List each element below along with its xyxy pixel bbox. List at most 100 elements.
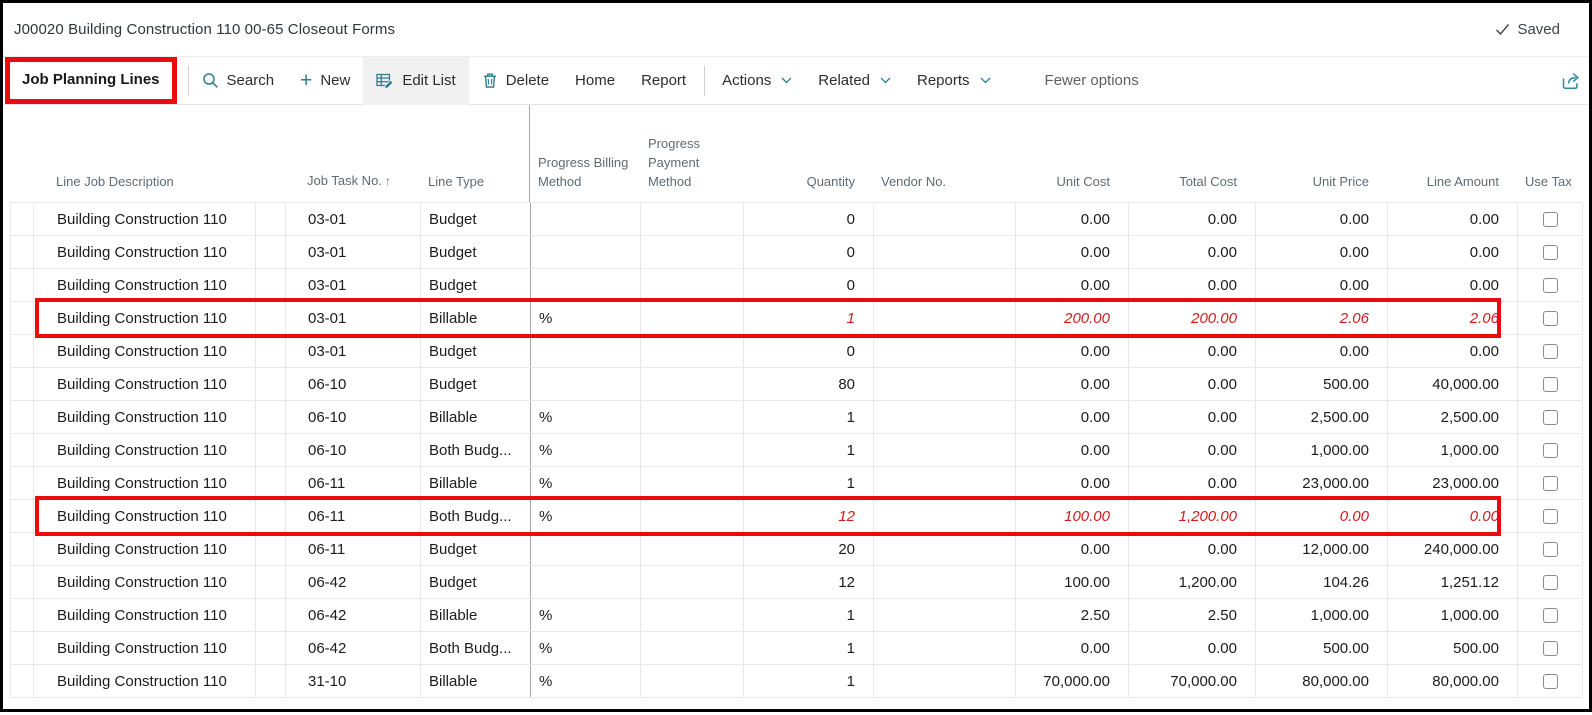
cell-line-amount[interactable]: 0.00 [1388, 335, 1518, 367]
cell-line-amount[interactable]: 500.00 [1388, 632, 1518, 664]
cell-quantity[interactable]: 12 [744, 566, 874, 598]
row-selector[interactable] [11, 434, 34, 466]
cell-line-type[interactable]: Billable [421, 302, 531, 334]
cell-line-type[interactable]: Budget [421, 566, 531, 598]
cell-line-type[interactable]: Budget [421, 368, 531, 400]
col-header-unit-cost[interactable]: Unit Cost [1015, 172, 1128, 202]
cell-quantity[interactable]: 80 [744, 368, 874, 400]
actions-dropdown[interactable]: Actions [709, 57, 805, 105]
col-header-line-type[interactable]: Line Type [420, 105, 530, 202]
row-selector[interactable] [11, 302, 34, 334]
cell-line-type[interactable]: Budget [421, 269, 531, 301]
col-header-quantity[interactable]: Quantity [743, 172, 873, 202]
cell-unit-price[interactable]: 2,500.00 [1256, 401, 1388, 433]
col-header-progress-payment-method[interactable]: Progress Payment Method [640, 134, 743, 202]
cell-total-cost[interactable]: 0.00 [1129, 401, 1256, 433]
cell-job-task-no[interactable]: 06-42 [286, 599, 421, 631]
cell-line-job-description[interactable]: Building Construction 110 [34, 533, 256, 565]
cell-progress-payment-method[interactable] [641, 269, 744, 301]
use-tax-checkbox[interactable] [1543, 344, 1558, 359]
cell-quantity[interactable]: 0 [744, 269, 874, 301]
cell-line-job-description[interactable]: Building Construction 110 [34, 665, 256, 697]
use-tax-checkbox[interactable] [1543, 410, 1558, 425]
row-selector[interactable] [11, 665, 34, 697]
reports-dropdown[interactable]: Reports [904, 57, 1004, 105]
cell-job-task-no[interactable]: 03-01 [286, 203, 421, 235]
use-tax-checkbox[interactable] [1543, 311, 1558, 326]
fewer-options-button[interactable]: Fewer options [1032, 72, 1152, 89]
cell-job-task-no[interactable]: 06-10 [286, 368, 421, 400]
cell-progress-payment-method[interactable] [641, 368, 744, 400]
cell-quantity[interactable]: 0 [744, 203, 874, 235]
cell-unit-price[interactable]: 0.00 [1256, 236, 1388, 268]
report-menu[interactable]: Report [628, 57, 699, 105]
cell-unit-price[interactable]: 2.06 [1256, 302, 1388, 334]
cell-progress-billing-method[interactable] [531, 533, 641, 565]
cell-quantity[interactable]: 1 [744, 434, 874, 466]
cell-progress-billing-method[interactable]: % [531, 632, 641, 664]
cell-progress-payment-method[interactable] [641, 467, 744, 499]
use-tax-checkbox[interactable] [1543, 542, 1558, 557]
cell-line-job-description[interactable]: Building Construction 110 [34, 335, 256, 367]
cell-quantity[interactable]: 12 [744, 500, 874, 532]
cell-line-amount[interactable]: 1,000.00 [1388, 599, 1518, 631]
edit-list-button[interactable]: Edit List [363, 57, 468, 105]
cell-vendor-no[interactable] [874, 533, 1016, 565]
cell-vendor-no[interactable] [874, 566, 1016, 598]
row-selector[interactable] [11, 533, 34, 565]
cell-total-cost[interactable]: 0.00 [1129, 269, 1256, 301]
row-selector[interactable] [11, 269, 34, 301]
cell-line-type[interactable]: Budget [421, 533, 531, 565]
cell-line-type[interactable]: Budget [421, 335, 531, 367]
cell-line-amount[interactable]: 23,000.00 [1388, 467, 1518, 499]
cell-line-type[interactable]: Both Budg... [421, 632, 531, 664]
cell-unit-cost[interactable]: 0.00 [1016, 632, 1129, 664]
share-icon[interactable] [1560, 71, 1582, 91]
cell-progress-payment-method[interactable] [641, 335, 744, 367]
delete-button[interactable]: Delete [469, 57, 562, 105]
cell-progress-billing-method[interactable] [531, 335, 641, 367]
cell-line-job-description[interactable]: Building Construction 110 [34, 203, 256, 235]
cell-unit-cost[interactable]: 0.00 [1016, 236, 1129, 268]
cell-line-job-description[interactable]: Building Construction 110 [34, 302, 256, 334]
cell-progress-billing-method[interactable] [531, 236, 641, 268]
col-header-progress-billing-method[interactable]: Progress Billing Method [530, 153, 640, 202]
related-dropdown[interactable]: Related [805, 57, 904, 105]
cell-progress-payment-method[interactable] [641, 500, 744, 532]
cell-line-amount[interactable]: 1,000.00 [1388, 434, 1518, 466]
cell-progress-billing-method[interactable]: % [531, 599, 641, 631]
cell-quantity[interactable]: 1 [744, 467, 874, 499]
cell-unit-price[interactable]: 500.00 [1256, 368, 1388, 400]
use-tax-checkbox[interactable] [1543, 575, 1558, 590]
cell-line-job-description[interactable]: Building Construction 110 [34, 368, 256, 400]
cell-unit-cost[interactable]: 2.50 [1016, 599, 1129, 631]
cell-job-task-no[interactable]: 03-01 [286, 302, 421, 334]
cell-unit-price[interactable]: 1,000.00 [1256, 599, 1388, 631]
cell-quantity[interactable]: 1 [744, 302, 874, 334]
cell-job-task-no[interactable]: 31-10 [286, 665, 421, 697]
cell-job-task-no[interactable]: 06-10 [286, 401, 421, 433]
cell-line-job-description[interactable]: Building Construction 110 [34, 467, 256, 499]
cell-line-job-description[interactable]: Building Construction 110 [34, 566, 256, 598]
cell-total-cost[interactable]: 1,200.00 [1129, 500, 1256, 532]
cell-progress-billing-method[interactable]: % [531, 467, 641, 499]
search-button[interactable]: Search [189, 57, 288, 105]
cell-line-job-description[interactable]: Building Construction 110 [34, 401, 256, 433]
cell-unit-price[interactable]: 0.00 [1256, 335, 1388, 367]
cell-vendor-no[interactable] [874, 368, 1016, 400]
cell-progress-billing-method[interactable] [531, 203, 641, 235]
select-all-header[interactable] [10, 191, 33, 202]
cell-line-job-description[interactable]: Building Construction 110 [34, 236, 256, 268]
cell-progress-billing-method[interactable] [531, 566, 641, 598]
use-tax-checkbox[interactable] [1543, 212, 1558, 227]
cell-total-cost[interactable]: 0.00 [1129, 335, 1256, 367]
cell-unit-price[interactable]: 80,000.00 [1256, 665, 1388, 697]
cell-unit-cost[interactable]: 0.00 [1016, 368, 1129, 400]
use-tax-checkbox[interactable] [1543, 245, 1558, 260]
cell-job-task-no[interactable]: 06-42 [286, 632, 421, 664]
row-selector[interactable] [11, 368, 34, 400]
cell-progress-payment-method[interactable] [641, 203, 744, 235]
cell-progress-payment-method[interactable] [641, 566, 744, 598]
cell-line-amount[interactable]: 2.06 [1388, 302, 1518, 334]
cell-vendor-no[interactable] [874, 335, 1016, 367]
